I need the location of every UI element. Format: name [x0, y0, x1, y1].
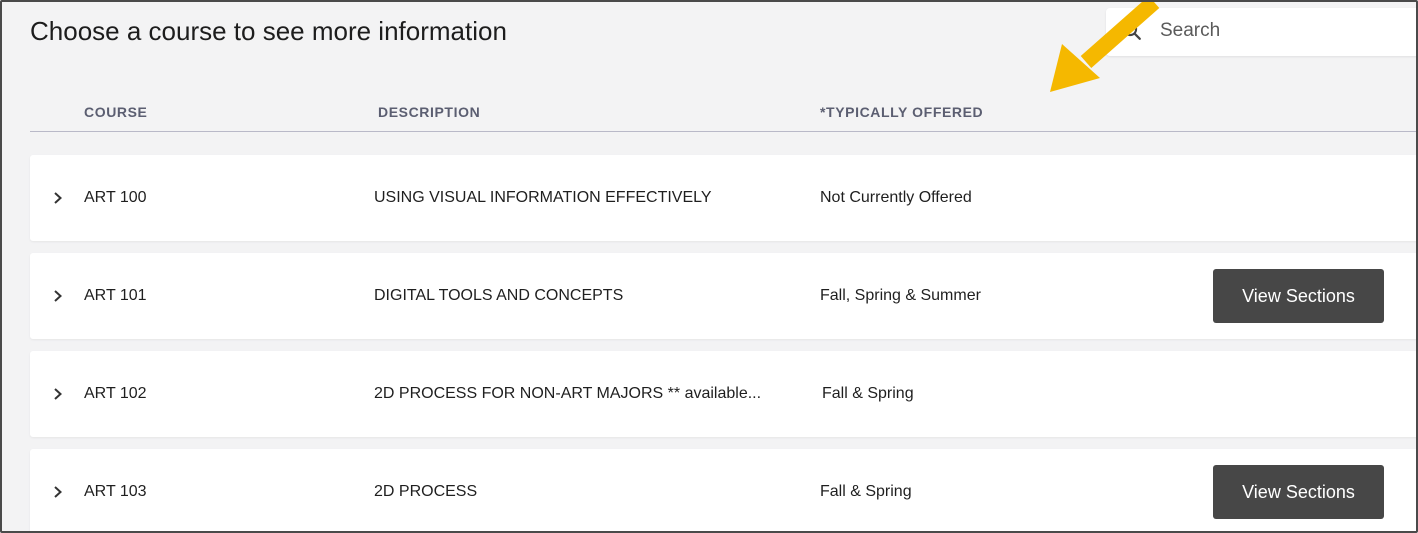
chevron-right-icon[interactable]	[52, 386, 64, 402]
search-input[interactable]	[1152, 16, 1416, 46]
chevron-right-icon[interactable]	[52, 288, 64, 304]
course-row[interactable]: ART 102 2D PROCESS FOR NON-ART MAJORS **…	[30, 351, 1416, 437]
app-frame: Choose a course to see more information …	[0, 0, 1418, 533]
course-code: ART 103	[84, 483, 147, 500]
course-offered: Fall, Spring & Summer	[820, 287, 981, 304]
search-icon	[1123, 22, 1141, 40]
course-row[interactable]: ART 101 DIGITAL TOOLS AND CONCEPTS Fall,…	[30, 253, 1416, 339]
course-description: USING VISUAL INFORMATION EFFECTIVELY	[374, 189, 712, 206]
course-description: DIGITAL TOOLS AND CONCEPTS	[374, 287, 624, 304]
page-title: Choose a course to see more information	[30, 16, 507, 46]
column-header-course: COURSE	[84, 104, 148, 120]
column-header-description: DESCRIPTION	[378, 104, 481, 120]
course-offered: Fall & Spring	[820, 483, 912, 500]
course-offered: Fall & Spring	[822, 385, 914, 402]
course-row[interactable]: ART 100 USING VISUAL INFORMATION EFFECTI…	[30, 155, 1416, 241]
course-description: 2D PROCESS	[374, 483, 478, 500]
course-description: 2D PROCESS FOR NON-ART MAJORS ** availab…	[374, 385, 762, 402]
view-sections-button[interactable]: View Sections	[1213, 269, 1384, 323]
search-box[interactable]	[1106, 8, 1416, 56]
course-offered: Not Currently Offered	[820, 189, 972, 206]
course-row[interactable]: ART 103 2D PROCESS Fall & Spring View Se…	[30, 449, 1416, 531]
view-sections-button[interactable]: View Sections	[1213, 465, 1384, 519]
column-header-typically-offered: *TYPICALLY OFFERED	[820, 104, 984, 120]
chevron-right-icon[interactable]	[52, 484, 64, 500]
course-code: ART 101	[84, 287, 147, 304]
course-code: ART 102	[84, 385, 147, 402]
course-code: ART 100	[84, 189, 147, 206]
chevron-right-icon[interactable]	[52, 190, 64, 206]
header-divider	[30, 131, 1416, 132]
